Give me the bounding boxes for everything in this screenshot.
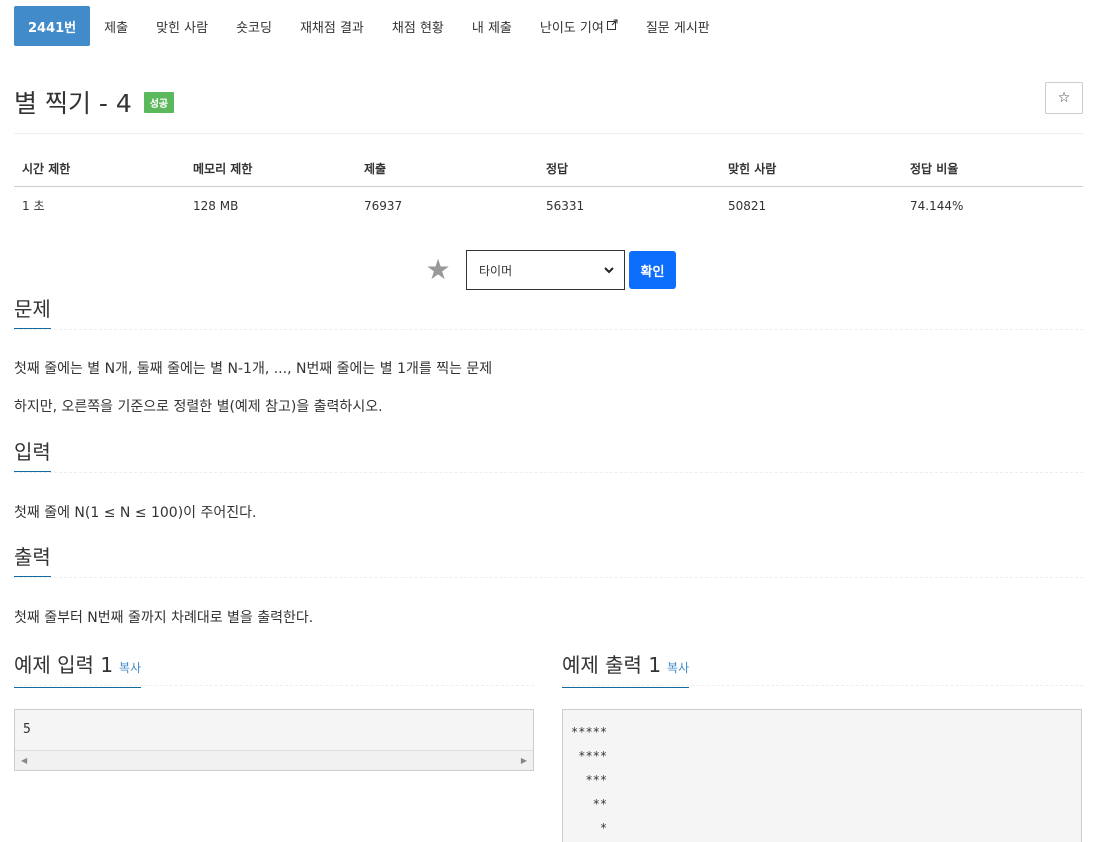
input-section-header: 입력: [14, 439, 1083, 473]
copy-output-button[interactable]: 복사: [667, 661, 689, 675]
confirm-button[interactable]: 확인: [629, 251, 676, 289]
horizontal-scrollbar[interactable]: ◀ ▶: [15, 750, 533, 770]
tab-label: 제출: [104, 20, 129, 36]
sample-input-heading: 예제 입력 1 복사: [14, 652, 142, 688]
sample-output-header: 예제 출력 1 복사: [562, 652, 1083, 688]
sample-output-text: ***** **** *** ** *: [571, 725, 608, 835]
header-memory-limit: 메모리 제한: [185, 150, 356, 187]
tab-solved-users[interactable]: 맞힌 사람: [142, 6, 222, 46]
tab-label: 숏코딩: [236, 20, 272, 36]
problem-description-line-1: 첫째 줄에는 별 N개, 둘째 줄에는 별 N-1개, ..., N번째 줄에는…: [14, 361, 493, 377]
sample-input-title: 예제 입력 1: [14, 653, 114, 677]
problem-section-header: 문제: [14, 296, 1083, 330]
input-description: 첫째 줄에 N(1 ≤ N ≤ 100)이 주어진다.: [14, 505, 257, 521]
header-submissions: 제출: [356, 150, 538, 187]
sample-output-box: ***** **** *** ** *: [562, 709, 1082, 842]
tab-my-submissions[interactable]: 내 제출: [458, 6, 526, 46]
difficulty-vote: ★ 타이머 확인: [424, 250, 676, 290]
tab-status[interactable]: 채점 현황: [378, 6, 458, 46]
tier-select-value: 타이머: [479, 263, 513, 278]
sample-output-heading: 예제 출력 1 복사: [562, 652, 690, 688]
problem-info-table: 시간 제한 메모리 제한 제출 정답 맞힌 사람 정답 비율 1 초 128 M…: [14, 150, 1083, 224]
tab-label: 채점 현황: [391, 20, 444, 36]
time-limit-value: 1 초: [22, 199, 45, 213]
status-badge: 성공: [143, 91, 175, 113]
output-description: 첫째 줄부터 N번째 줄까지 차례대로 별을 출력한다.: [14, 610, 314, 626]
tab-label: 재채점 결과: [299, 20, 364, 36]
scroll-right-icon[interactable]: ▶: [521, 756, 527, 765]
external-link-icon: [606, 19, 618, 33]
input-heading: 입력: [14, 439, 51, 472]
tab-label: 내 제출: [471, 20, 512, 36]
tier-select[interactable]: 타이머: [466, 250, 625, 290]
sample-input-text: 5: [23, 722, 31, 737]
page-title: 별 찍기 - 4 성공: [14, 84, 175, 120]
problem-header: 별 찍기 - 4 성공 ☆: [14, 80, 1083, 134]
accepted-value: 56331: [546, 198, 585, 213]
tab-difficulty[interactable]: 난이도 기여: [526, 6, 632, 46]
memory-limit-value: 128 MB: [193, 198, 239, 213]
submissions-value: 76937: [364, 198, 403, 213]
tab-label: 맞힌 사람: [156, 20, 209, 36]
tab-label: 난이도 기여: [539, 20, 604, 36]
tab-label: 2441번: [28, 20, 77, 36]
favorite-button[interactable]: ☆: [1045, 82, 1083, 114]
tab-qna-board[interactable]: 질문 게시판: [632, 6, 724, 46]
problem-title: 별 찍기 - 4: [14, 89, 132, 118]
header-solved-users: 맞힌 사람: [720, 150, 902, 187]
sample-input-box: 5 ◀ ▶: [14, 709, 534, 771]
tab-problem[interactable]: 2441번: [14, 6, 91, 46]
tab-label: 질문 게시판: [645, 20, 710, 36]
output-section-header: 출력: [14, 544, 1083, 578]
solved-users-value: 50821: [728, 198, 767, 213]
sample-output-title: 예제 출력 1: [562, 653, 662, 677]
table-header-row: 시간 제한 메모리 제한 제출 정답 맞힌 사람 정답 비율: [14, 150, 1083, 187]
tab-submit[interactable]: 제출: [90, 6, 142, 46]
scroll-left-icon[interactable]: ◀: [21, 756, 27, 765]
table-row: 1 초 128 MB 76937 56331 50821 74.144%: [14, 187, 1083, 225]
problem-heading: 문제: [14, 296, 51, 329]
problem-menu: 2441번 제출 맞힌 사람 숏코딩 재채점 결과 채점 현황 내 제출 난이도…: [14, 6, 724, 46]
problem-description-line-2: 하지만, 오른쪽을 기준으로 정렬한 별(예제 참고)을 출력하시오.: [14, 399, 383, 415]
tab-rejudge[interactable]: 재채점 결과: [286, 6, 378, 46]
chevron-down-icon: [604, 264, 614, 277]
header-time-limit: 시간 제한: [14, 150, 185, 187]
header-accepted: 정답: [538, 150, 720, 187]
tier-star-icon: ★: [425, 253, 451, 286]
sample-input-header: 예제 입력 1 복사: [14, 652, 534, 688]
star-outline-icon: ☆: [1057, 90, 1071, 106]
accept-rate-value: 74.144%: [910, 198, 964, 213]
tab-short-coding[interactable]: 숏코딩: [222, 6, 286, 46]
header-accept-rate: 정답 비율: [902, 150, 1083, 187]
copy-input-button[interactable]: 복사: [119, 661, 141, 675]
output-heading: 출력: [14, 544, 51, 577]
